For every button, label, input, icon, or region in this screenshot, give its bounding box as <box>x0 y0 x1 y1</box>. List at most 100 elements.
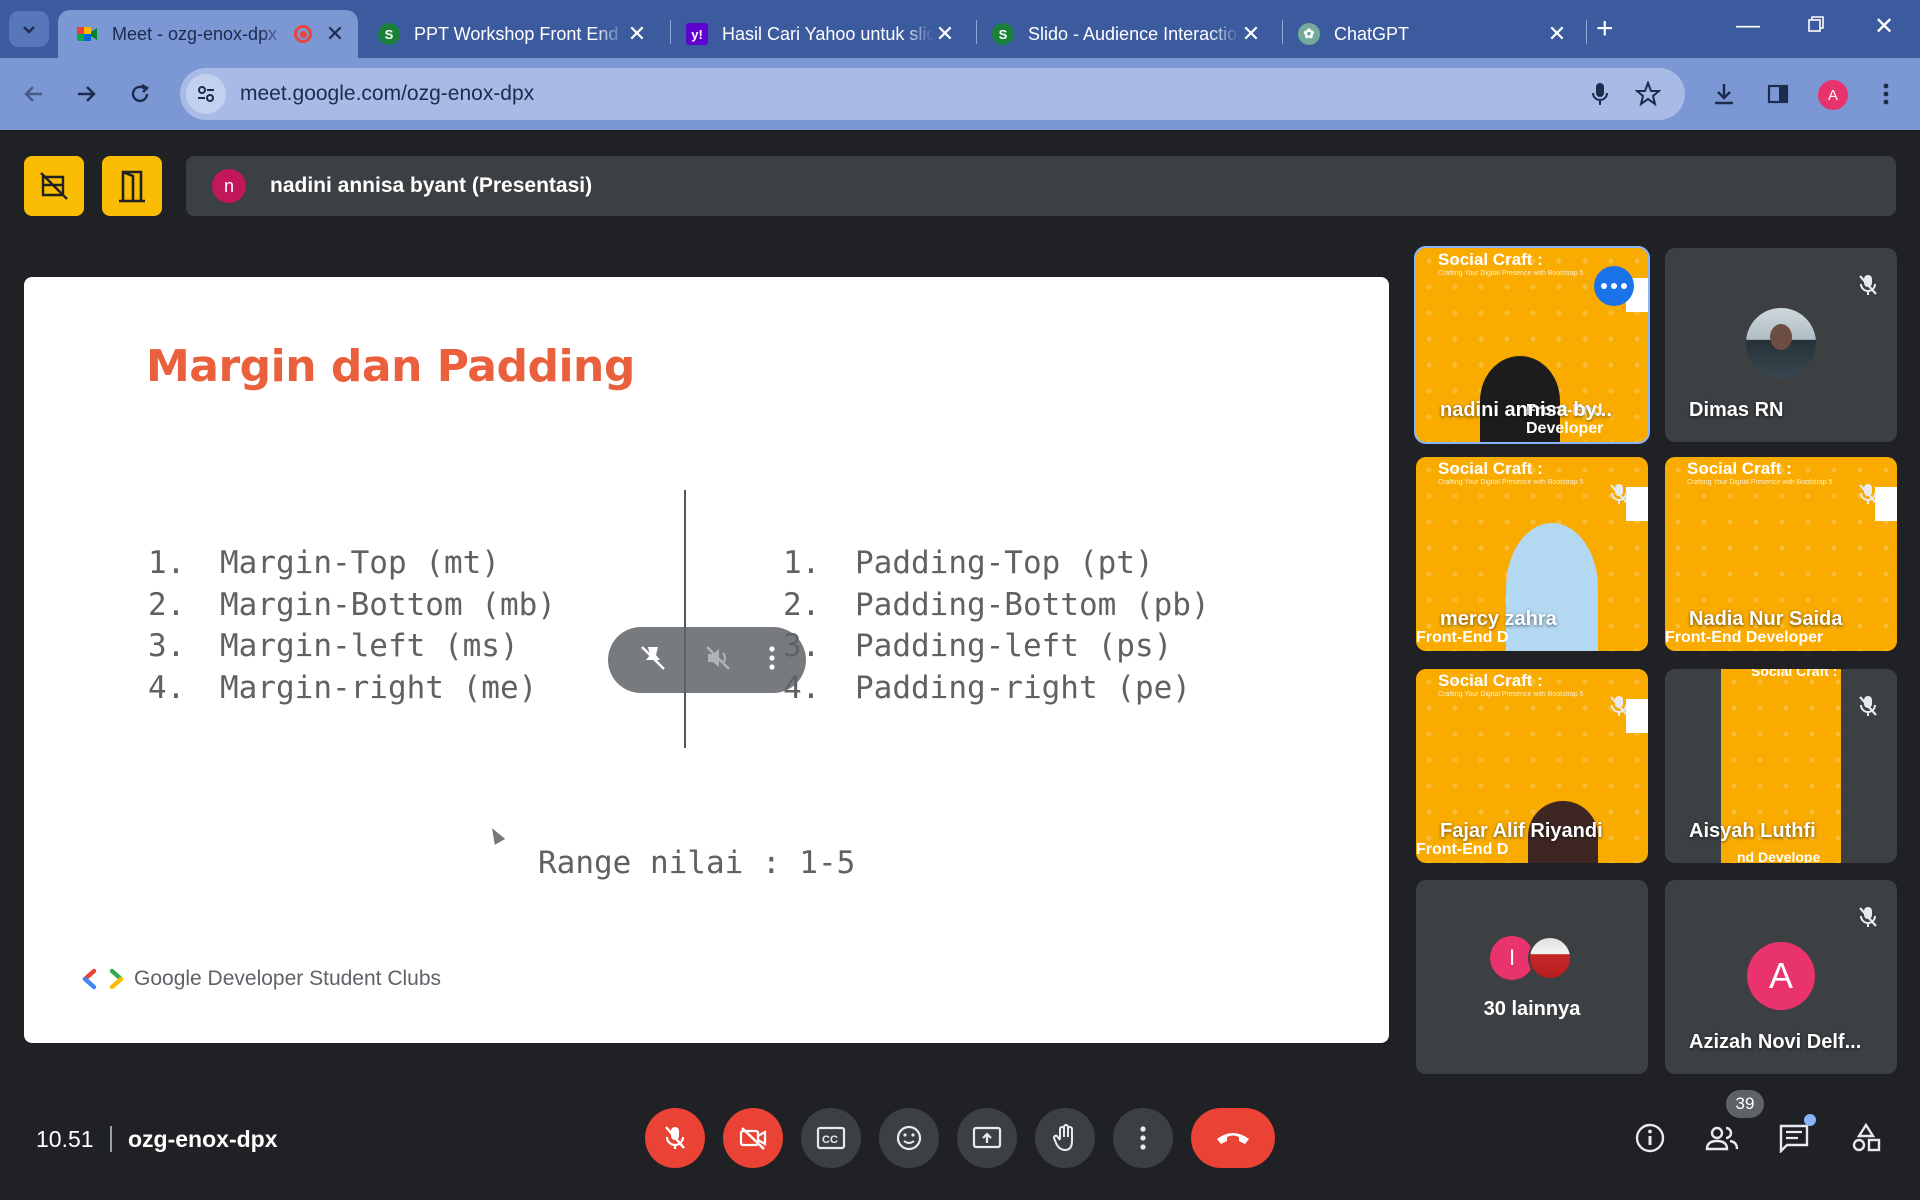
presenter-banner: n nadini annisa byant (Presentasi) <box>186 156 1896 216</box>
tab-chatgpt[interactable]: ✿ ChatGPT ✕ <box>1280 10 1580 58</box>
tile-more-options-button[interactable] <box>1594 266 1634 306</box>
microphone-icon[interactable] <box>1582 76 1618 112</box>
presentation-stage: Margin dan Padding 1. Margin-Top (mt) 2. M… <box>24 277 1389 1043</box>
meeting-info-button[interactable] <box>1630 1118 1670 1158</box>
camera-toggle-button[interactable] <box>723 1108 783 1168</box>
browser-menu-icon[interactable] <box>1868 76 1904 112</box>
padding-list: 1. Padding-Top (pt) 2. Padding-Bottom (pb)… <box>783 543 1210 709</box>
more-options-button[interactable] <box>1113 1108 1173 1168</box>
tab-title: Hasil Cari Yahoo untuk slido <box>722 23 934 44</box>
participant-tile-fajar[interactable]: Social Craft : Crafting Your Digital Pre… <box>1416 669 1648 863</box>
participant-count-badge: 39 <box>1726 1090 1764 1118</box>
participant-tile-nadini[interactable]: Social Craft : Crafting Your Digital Pre… <box>1414 246 1650 444</box>
address-bar[interactable]: meet.google.com/ozg-enox-dpx <box>180 68 1685 120</box>
activities-button[interactable] <box>1846 1118 1886 1158</box>
close-tab-icon[interactable]: ✕ <box>1240 23 1262 45</box>
participant-tile-azizah[interactable]: A Azizah Novi Delf... <box>1665 880 1897 1074</box>
new-tab-button[interactable]: + <box>1596 14 1614 44</box>
door-icon <box>119 170 145 203</box>
minimize-button[interactable]: — <box>1728 12 1768 40</box>
breakout-room-button[interactable] <box>102 156 162 216</box>
present-screen-button[interactable] <box>957 1108 1017 1168</box>
close-tab-icon[interactable]: ✕ <box>324 23 346 45</box>
mic-off-icon <box>1853 270 1883 300</box>
mouse-cursor <box>486 825 506 845</box>
list-item: 1. Padding-Top (pt) <box>783 545 1154 581</box>
tab-search-button[interactable] <box>9 11 49 47</box>
meet-app: n nadini annisa byant (Presentasi) Margi… <box>0 130 1920 1200</box>
site-info-icon[interactable] <box>186 74 226 114</box>
close-window-button[interactable]: ✕ <box>1864 12 1904 41</box>
record-off-icon <box>40 172 68 200</box>
margin-list: 1. Margin-Top (mt) 2. Margin-Bottom (mb) 3… <box>148 543 556 709</box>
hand-icon <box>1053 1124 1073 1152</box>
profile-avatar[interactable]: A <box>1818 80 1848 110</box>
stage-hover-controls <box>608 627 806 693</box>
tab-title: PPT Workshop Front End <box>414 23 619 44</box>
bookmark-star-icon[interactable] <box>1630 76 1666 112</box>
more-options-icon[interactable] <box>768 645 776 676</box>
reload-icon <box>131 83 149 103</box>
shapes-icon <box>1852 1122 1881 1152</box>
mic-off-icon <box>1853 902 1883 932</box>
browser-tab-strip: Meet - ozg-enox-dpx ✕ S PPT Workshop Fro… <box>0 0 1920 58</box>
url-text[interactable]: meet.google.com/ozg-enox-dpx <box>240 82 534 106</box>
tab-title: Slido - Audience Interaction <box>1028 23 1240 44</box>
list-item: 4. Padding-right (pe) <box>783 669 1191 706</box>
present-icon <box>972 1126 1002 1149</box>
captions-icon: CC <box>816 1126 846 1150</box>
unpin-icon[interactable] <box>638 643 668 678</box>
chat-icon <box>1779 1124 1809 1153</box>
chevron-down-icon <box>23 26 35 34</box>
tab-slido[interactable]: S Slido - Audience Interaction ✕ <box>974 10 1274 58</box>
participant-name: Aisyah Luthfi <box>1689 820 1816 842</box>
restore-icon <box>1808 16 1824 32</box>
list-item: 2. Padding-Bottom (pb) <box>783 586 1210 623</box>
close-tab-icon[interactable]: ✕ <box>626 23 648 45</box>
download-icon[interactable] <box>1706 76 1742 112</box>
browser-toolbar: meet.google.com/ozg-enox-dpx A <box>0 58 1920 130</box>
reload-button[interactable] <box>122 76 158 112</box>
forward-button[interactable] <box>68 76 104 112</box>
participant-name: Dimas RN <box>1689 399 1784 421</box>
meeting-code: ozg-enox-dpx <box>128 1126 278 1152</box>
gdsc-label: Google Developer Student Clubs <box>134 967 442 990</box>
avatar <box>1746 308 1816 378</box>
close-tab-icon[interactable]: ✕ <box>934 23 956 45</box>
leave-call-button[interactable] <box>1191 1108 1275 1168</box>
restore-button[interactable] <box>1796 12 1836 40</box>
microphone-toggle-button[interactable] <box>645 1108 705 1168</box>
others-avatars: I <box>1490 936 1572 980</box>
speaker-mute-icon[interactable] <box>703 643 733 678</box>
mic-off-icon <box>1853 479 1883 509</box>
tab-yahoo[interactable]: y! Hasil Cari Yahoo untuk slido ✕ <box>668 10 968 58</box>
participant-name: Nadia Nur Saida <box>1689 608 1843 630</box>
list-item: 1. Margin-Top (mt) <box>148 545 500 581</box>
participant-tile-dimas[interactable]: Dimas RN <box>1665 248 1897 442</box>
tab-ppt-workshop[interactable]: S PPT Workshop Front End ✕ <box>360 10 660 58</box>
recording-indicator-button[interactable] <box>24 156 84 216</box>
participant-tile-others[interactable]: I 30 lainnya <box>1416 880 1648 1074</box>
list-item: 3. Margin-left (ms) <box>148 628 519 664</box>
tab-title: Meet - ozg-enox-dpx <box>112 23 278 44</box>
recording-icon <box>294 25 312 43</box>
people-button[interactable] <box>1702 1118 1742 1158</box>
people-icon <box>1705 1126 1739 1151</box>
close-tab-icon[interactable]: ✕ <box>1546 23 1568 45</box>
participant-tile-aisyah[interactable]: Social Craft : nd Develope Aisyah Luthfi <box>1665 669 1897 863</box>
captions-button[interactable]: CC <box>801 1108 861 1168</box>
back-button[interactable] <box>16 76 52 112</box>
participant-tile-nadia[interactable]: Social Craft : Crafting Your Digital Pre… <box>1665 457 1897 651</box>
side-panel-icon[interactable] <box>1760 76 1796 112</box>
clock: 10.51 <box>36 1126 94 1152</box>
raise-hand-button[interactable] <box>1035 1108 1095 1168</box>
participant-tile-mercy[interactable]: Social Craft : Crafting Your Digital Pre… <box>1416 457 1648 651</box>
tab-meet[interactable]: Meet - ozg-enox-dpx ✕ <box>58 10 358 58</box>
unread-indicator <box>1804 1114 1816 1126</box>
participant-name: Fajar Alif Riyandi <box>1440 820 1603 842</box>
participant-video <box>1506 523 1598 651</box>
mic-off-icon <box>665 1126 685 1149</box>
avatar: A <box>1747 942 1815 1010</box>
camera-off-icon <box>739 1127 767 1150</box>
reactions-button[interactable] <box>879 1108 939 1168</box>
